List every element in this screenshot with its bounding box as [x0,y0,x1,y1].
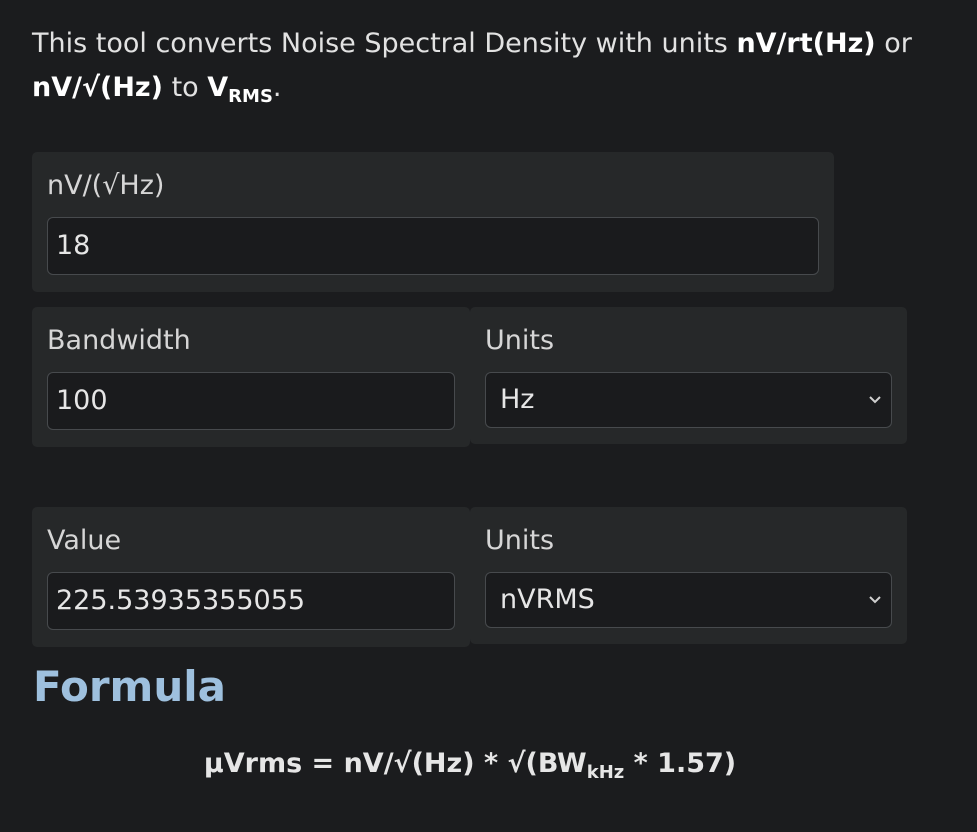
intro-text-4: . [272,72,282,103]
intro-vrms: VRMS [207,72,273,107]
bandwidth-panel: Bandwidth 100 [32,307,470,447]
bandwidth-input[interactable]: 100 [47,372,455,430]
bandwidth-units-value: Hz [500,384,535,415]
chevron-down-icon [869,396,881,404]
result-units-value: nVRMS [500,584,595,615]
bandwidth-label: Bandwidth [47,325,191,356]
intro-text: This tool converts Noise Spectral Densit… [32,22,912,119]
bandwidth-units-label: Units [485,325,555,356]
result-panel: Value 225.53935355055 [32,507,470,647]
result-units-select[interactable]: nVRMS [485,572,892,628]
formula-sub: kHz [586,762,625,783]
result-units-label: Units [485,525,555,556]
formula-part-1: μVrms = nV/√(Hz) * √(BW [203,748,587,779]
intro-text-1: This tool converts Noise Spectral Densit… [32,28,737,59]
chevron-down-icon [869,596,881,604]
intro-text-3: to [162,72,208,103]
formula-heading: Formula [33,662,226,711]
nsd-panel: nV/(√Hz) 18 [32,152,834,292]
nsd-input[interactable]: 18 [47,217,819,275]
formula-expression: μVrms = nV/√(Hz) * √(BWkHz * 1.57) [0,748,940,783]
intro-unit-rt: nV/rt(Hz) [736,28,876,59]
result-output[interactable]: 225.53935355055 [47,572,455,630]
bandwidth-units-panel: Units Hz [470,307,907,444]
intro-text-2: or [875,28,912,59]
bandwidth-units-select[interactable]: Hz [485,372,892,428]
formula-part-2: * 1.57) [624,748,737,779]
intro-unit-sqrt: nV/√(Hz) [32,72,163,103]
result-units-panel: Units nVRMS [470,507,907,644]
nsd-label: nV/(√Hz) [47,170,165,201]
result-label: Value [47,525,122,556]
